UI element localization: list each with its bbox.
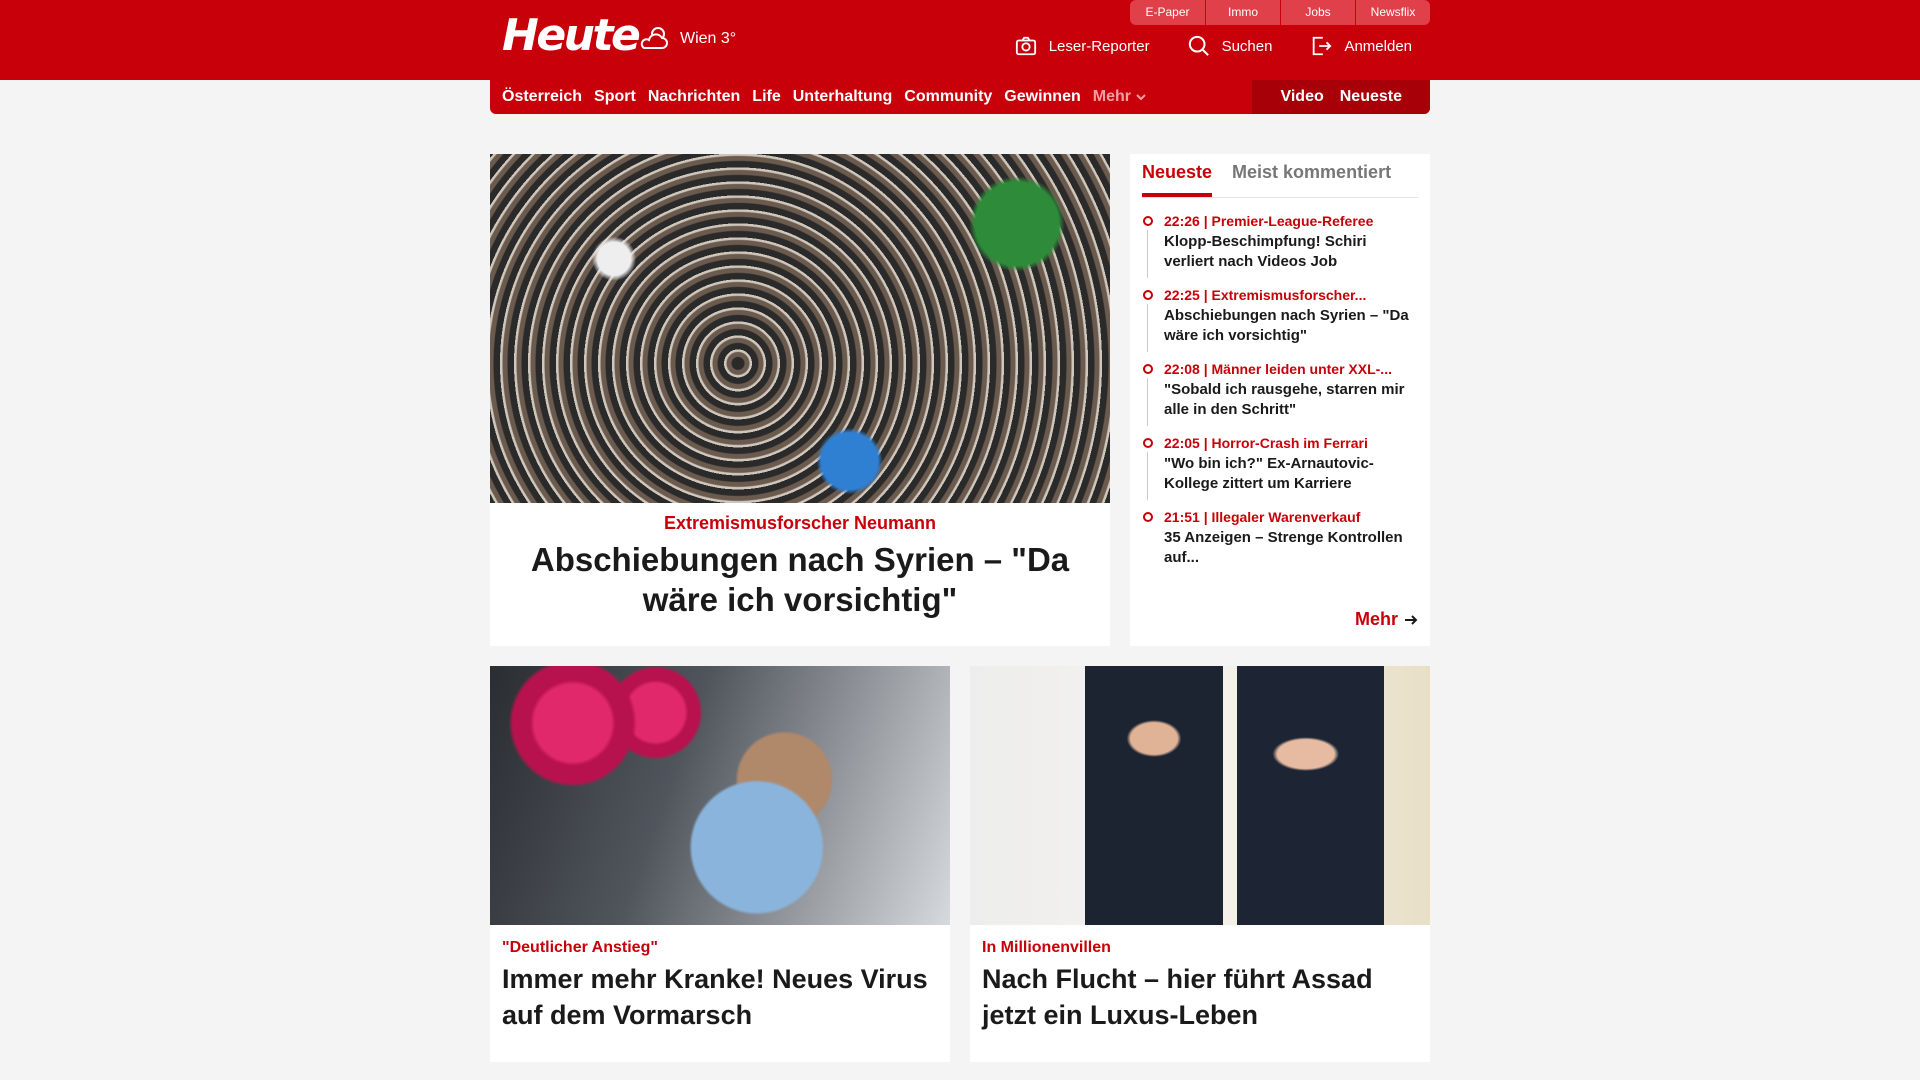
timeline-line — [1147, 230, 1148, 278]
search-label: Suchen — [1221, 37, 1273, 55]
nav-item-unterhaltung[interactable]: Unterhaltung — [787, 88, 899, 106]
header-row: Heute Wien 3° E-Paper Immo Jobs Newsflix… — [490, 0, 1430, 80]
news-ticker-panel: Neueste Meist kommentiert 22:26 | Premie… — [1130, 154, 1430, 646]
chevron-down-icon — [1136, 94, 1146, 101]
timeline-dot — [1143, 364, 1153, 374]
ticker-tabs: Neueste Meist kommentiert — [1142, 154, 1418, 198]
cloud-sun-icon — [640, 27, 668, 49]
service-epaper[interactable]: E-Paper — [1130, 0, 1205, 25]
hero-image[interactable] — [490, 154, 1110, 503]
ticker-title[interactable]: "Sobald ich rausgehe, starren mir alle i… — [1164, 380, 1418, 420]
login-label: Anmelden — [1344, 37, 1412, 55]
service-newsflix[interactable]: Newsflix — [1355, 0, 1430, 25]
article-image[interactable] — [970, 666, 1430, 925]
article-title[interactable]: Immer mehr Kranke! Neues Virus auf dem V… — [502, 961, 938, 1033]
nav-item-nachrichten[interactable]: Nachrichten — [642, 88, 746, 106]
camera-icon — [1015, 36, 1036, 56]
login-button[interactable]: Anmelden — [1310, 35, 1412, 57]
search-button[interactable]: Suchen — [1188, 35, 1273, 57]
login-icon — [1313, 36, 1332, 56]
weather-widget[interactable]: Wien 3° — [638, 24, 736, 54]
nav-more-label: Mehr — [1092, 88, 1131, 105]
ticker-item[interactable]: 22:25 | Extremismusforscher... Abschiebu… — [1142, 286, 1418, 352]
nav-item-gewinnen[interactable]: Gewinnen — [998, 88, 1086, 106]
ticker-item[interactable]: 22:08 | Männer leiden unter XXL-... "Sob… — [1142, 360, 1418, 426]
site-logo[interactable]: Heute — [502, 10, 641, 61]
hero-article[interactable]: Extremismusforscher Neumann Abschiebunge… — [490, 154, 1110, 646]
ticker-meta: 21:51 | Illegaler Warenverkauf — [1164, 509, 1361, 525]
nav-right: Video Neueste — [1252, 80, 1430, 114]
more-link[interactable]: Mehr — [1355, 609, 1418, 630]
ticker-item[interactable]: 22:26 | Premier-League-Referee Klopp-Bes… — [1142, 212, 1418, 278]
article-card[interactable]: In Millionenvillen Nach Flucht – hier fü… — [970, 666, 1430, 1062]
arrow-right-icon — [1405, 614, 1418, 625]
timeline-dot — [1143, 216, 1153, 226]
nav-item-sport[interactable]: Sport — [588, 88, 642, 106]
timeline-dot — [1143, 438, 1153, 448]
ticker-title[interactable]: "Wo bin ich?" Ex-Arnautovic-Kollege zitt… — [1164, 454, 1418, 494]
nav-item-video[interactable]: Video — [1272, 88, 1331, 106]
leser-reporter-label: Leser-Reporter — [1048, 37, 1150, 55]
hero-title[interactable]: Abschiebungen nach Syrien – "Da wäre ich… — [502, 540, 1098, 620]
ticker-meta: 22:08 | Männer leiden unter XXL-... — [1164, 361, 1392, 377]
ticker-meta: 22:26 | Premier-League-Referee — [1164, 213, 1374, 229]
nav-more-dropdown[interactable]: Mehr — [1087, 88, 1153, 106]
ticker-title[interactable]: Abschiebungen nach Syrien – "Da wäre ich… — [1164, 306, 1418, 346]
tab-meist-kommentiert[interactable]: Meist kommentiert — [1232, 162, 1391, 197]
hero-kicker: Extremismusforscher Neumann — [663, 513, 937, 533]
service-immo[interactable]: Immo — [1205, 0, 1280, 25]
nav-item-neueste[interactable]: Neueste — [1332, 88, 1410, 106]
service-bar: E-Paper Immo Jobs Newsflix — [1130, 0, 1430, 25]
ticker-meta: 22:25 | Extremismusforscher... — [1164, 287, 1367, 303]
service-jobs[interactable]: Jobs — [1280, 0, 1355, 25]
main-nav: Österreich Sport Nachrichten Life Unterh… — [490, 80, 1430, 114]
weather-text: Wien 3° — [680, 30, 737, 47]
nav-item-life[interactable]: Life — [746, 88, 786, 106]
ticker-list: 22:26 | Premier-League-Referee Klopp-Bes… — [1142, 212, 1418, 568]
ticker-item[interactable]: 21:51 | Illegaler Warenverkauf 35 Anzeig… — [1142, 508, 1418, 568]
ticker-title[interactable]: Klopp-Beschimpfung! Schiri verliert nach… — [1164, 232, 1418, 272]
timeline-line — [1147, 452, 1148, 500]
more-label: Mehr — [1354, 609, 1398, 629]
search-icon — [1188, 35, 1209, 56]
timeline-dot — [1143, 512, 1153, 522]
article-image[interactable] — [490, 666, 950, 925]
article-card[interactable]: "Deutlicher Anstieg" Immer mehr Kranke! … — [490, 666, 950, 1062]
article-kicker: In Millionenvillen — [982, 939, 1111, 956]
ticker-meta: 22:05 | Horror-Crash im Ferrari — [1164, 435, 1368, 451]
ticker-title[interactable]: 35 Anzeigen – Strenge Kontrollen auf... — [1164, 528, 1418, 568]
nav-item-community[interactable]: Community — [898, 88, 998, 106]
timeline-line — [1147, 304, 1148, 352]
timeline-line — [1147, 378, 1148, 426]
article-kicker: "Deutlicher Anstieg" — [502, 939, 658, 956]
ticker-item[interactable]: 22:05 | Horror-Crash im Ferrari "Wo bin … — [1142, 434, 1418, 500]
nav-item-oesterreich[interactable]: Österreich — [490, 88, 588, 106]
leser-reporter-button[interactable]: Leser-Reporter — [1015, 35, 1150, 57]
header-actions: Leser-Reporter Suchen Anmelden — [977, 35, 1412, 57]
tab-neueste[interactable]: Neueste — [1142, 162, 1213, 197]
timeline-dot — [1143, 290, 1153, 300]
article-title[interactable]: Nach Flucht – hier führt Assad jetzt ein… — [982, 961, 1418, 1033]
